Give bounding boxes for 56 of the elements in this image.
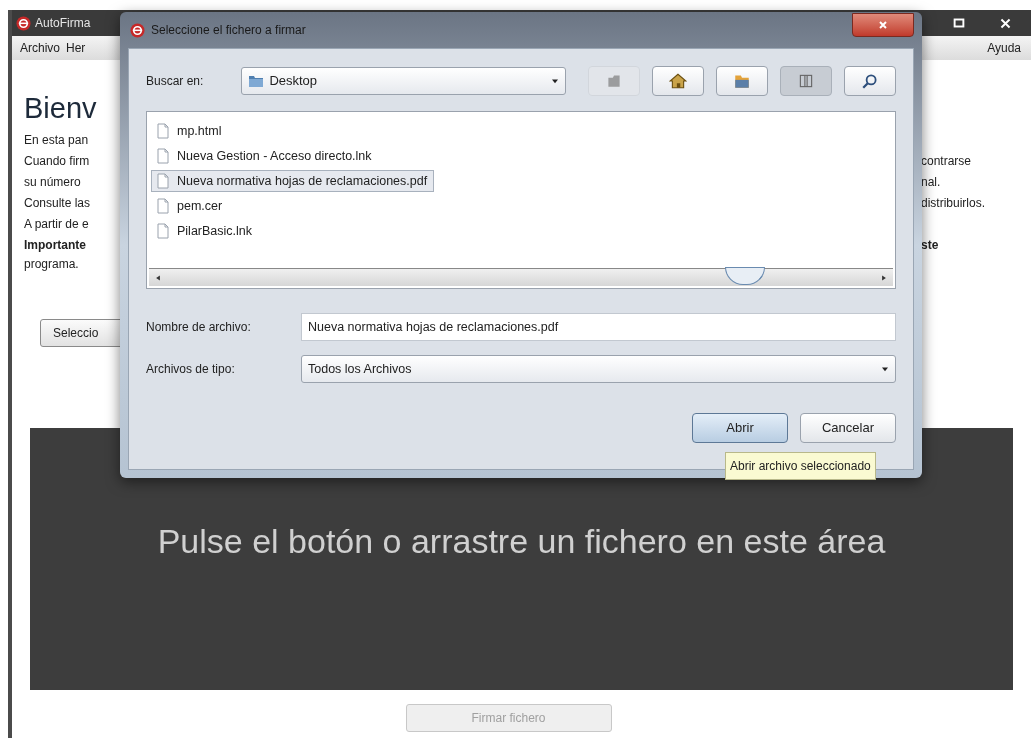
document-icon	[155, 172, 171, 190]
close-icon	[877, 19, 889, 31]
disabled-folder-icon	[605, 72, 623, 90]
file-item[interactable]: mp.html	[151, 120, 229, 142]
file-item[interactable]: PilarBasic.lnk	[151, 220, 260, 242]
dialog-button[interactable]: Cancelar	[800, 413, 896, 443]
menu-item[interactable]: Her	[66, 39, 86, 57]
file-type-label: Archivos de tipo:	[146, 361, 236, 378]
intro-text: ste	[921, 237, 940, 254]
tooltip: Abrir archivo seleccionado	[725, 452, 876, 480]
intro-text: A partir de e	[24, 216, 90, 233]
scrollbar-thumb[interactable]	[725, 267, 765, 285]
maximize-icon	[952, 16, 966, 30]
new-folder-button[interactable]	[716, 66, 768, 96]
document-icon	[155, 222, 171, 240]
document-icon	[155, 122, 171, 140]
look-in-label: Buscar en:	[146, 73, 205, 90]
file-item[interactable]: Nueva normativa hojas de reclamaciones.pdf	[151, 170, 435, 192]
intro-text: Cuando firm	[24, 153, 91, 170]
close-icon	[998, 16, 1012, 30]
details-view-button[interactable]	[844, 66, 896, 96]
intro-text: nal.	[921, 174, 942, 191]
app-logo-icon	[130, 22, 145, 38]
menu-item[interactable]: Ayuda	[987, 39, 1023, 57]
look-in-value: Desktop	[269, 72, 319, 91]
file-item[interactable]: Nueva Gestion - Acceso directo.lnk	[151, 145, 379, 167]
magnifier-icon	[861, 72, 879, 90]
intro-text: Importante	[24, 237, 87, 254]
house-icon	[669, 72, 687, 90]
list-view-icon	[797, 72, 815, 90]
welcome-heading: Bienv	[24, 91, 98, 126]
close-button[interactable]	[852, 13, 914, 37]
app-logo-icon	[16, 15, 31, 31]
file-type-value: Todos los Archivos	[308, 360, 413, 378]
dialog-button[interactable]: Abrir	[692, 413, 788, 443]
document-icon	[155, 197, 171, 215]
intro-text: programa.	[24, 256, 80, 273]
intro-text: Consulte las	[24, 195, 92, 212]
list-view-button[interactable]	[780, 66, 832, 96]
file-item[interactable]: pem.cer	[151, 195, 230, 217]
document-icon	[155, 147, 171, 165]
file-type-dropdown[interactable]: Todos los Archivos	[301, 355, 896, 383]
file-name-label: Nombre de archivo:	[146, 319, 252, 336]
window-title: AutoFirma	[35, 15, 91, 32]
intro-text: distribuirlos.	[921, 195, 987, 212]
intro-text: contrarse	[921, 153, 973, 170]
folder-icon	[733, 72, 751, 90]
intro-text: En esta pan	[24, 132, 90, 149]
intro-text: su número	[24, 174, 82, 191]
menu-item[interactable]: Archivo	[20, 39, 60, 57]
dialog-title: Seleccione el fichero a firmar	[151, 22, 306, 39]
home-button[interactable]	[652, 66, 704, 96]
look-in-dropdown[interactable]: Desktop	[241, 67, 566, 95]
file-name-field[interactable]: Nueva normativa hojas de reclamaciones.pdf	[301, 313, 896, 341]
folder-icon	[248, 73, 265, 89]
horizontal-scrollbar[interactable]	[149, 268, 893, 286]
